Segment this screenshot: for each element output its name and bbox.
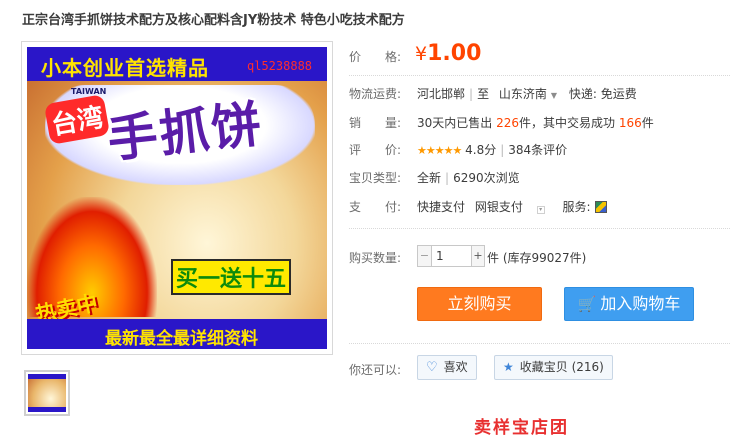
partial-footer-text: 卖样宝店团	[474, 418, 569, 438]
price-amount: 1.00	[427, 41, 482, 66]
product-image: 小本创业首选精品 ql5238888 台湾 TAIWAN 手抓饼 买一送十五 热…	[27, 47, 327, 349]
shipping-to-dropdown[interactable]: 山东济南 ▼	[499, 87, 557, 101]
shipping-to-prefix: 至	[477, 87, 490, 101]
service-label: 服务:	[562, 200, 591, 214]
divider	[349, 228, 730, 229]
image-bottom-text: 最新最全最详细资料	[105, 329, 258, 349]
image-qq-number: ql5238888	[247, 59, 313, 73]
cart-icon: 🛒	[577, 295, 597, 313]
stock-info: 件 (库存99027件)	[487, 251, 587, 265]
rating-info: ★★★★★ 4.8分 | 384条评价	[417, 143, 568, 157]
product-image-frame[interactable]: 小本创业首选精品 ql5238888 台湾 TAIWAN 手抓饼 买一送十五 热…	[21, 41, 333, 355]
payment-info: 快捷支付 网银支付 ▾ 服务:	[417, 198, 607, 215]
currency-symbol: ¥	[415, 43, 428, 65]
view-count: 6290次浏览	[453, 171, 520, 185]
sales-info: 30天内已售出 226件，其中交易成功 166件	[417, 114, 654, 131]
condition-value: 全新	[417, 171, 442, 185]
sales-suffix: 件	[641, 116, 654, 130]
quantity-stepper: − +	[417, 245, 485, 267]
rating-label: 评 价:	[349, 143, 402, 157]
add-to-cart-label: 加入购物车	[600, 294, 681, 313]
sales-count: 226	[496, 116, 520, 130]
payment-method-quick: 快捷支付	[417, 200, 466, 214]
like-button[interactable]: ♡ 喜欢	[417, 355, 477, 380]
image-slogan: 小本创业首选精品	[41, 56, 209, 80]
favorite-label: 收藏宝贝 (216)	[519, 360, 604, 374]
quantity-decrease-button[interactable]: −	[418, 246, 432, 266]
image-promo-text: 买一送十五	[171, 259, 292, 295]
buy-now-button[interactable]: 立刻购买	[417, 287, 542, 321]
sales-label: 销 量:	[349, 116, 402, 130]
quantity-increase-button[interactable]: +	[471, 246, 484, 266]
favorite-button[interactable]: ★ 收藏宝贝 (216)	[494, 355, 613, 380]
rating-score: 4.8分	[465, 143, 497, 157]
star-icon: ★	[503, 360, 514, 374]
divider	[349, 75, 730, 76]
more-actions-label: 你还可以:	[349, 363, 402, 377]
chevron-down-icon: ▼	[550, 91, 558, 100]
sales-middle: 件，其中交易成功	[519, 116, 616, 130]
like-label: 喜欢	[443, 360, 468, 374]
rating-reviews-link[interactable]: 384条评价	[508, 143, 567, 157]
sales-prefix: 30天内已售出	[417, 116, 493, 130]
shipping-destination: 山东济南	[498, 87, 547, 101]
heart-icon: ♡	[426, 360, 438, 375]
add-to-cart-button[interactable]: 🛒 加入购物车	[564, 287, 694, 321]
price-value: ¥1.00	[415, 41, 481, 66]
service-guarantee-icon[interactable]	[594, 201, 607, 213]
shipping-from: 河北邯郸	[417, 87, 466, 101]
product-title: 正宗台湾手抓饼技术配方及核心配料含JY粉技术 特色小吃技术配方	[22, 13, 405, 28]
sales-success-count: 166	[618, 116, 642, 130]
condition-info: 全新 | 6290次浏览	[417, 171, 520, 185]
quantity-input[interactable]	[432, 246, 472, 266]
buy-now-label: 立刻购买	[447, 294, 512, 313]
divider	[349, 343, 730, 344]
condition-label: 宝贝类型:	[349, 171, 402, 185]
quantity-label: 购买数量:	[349, 251, 402, 265]
image-taiwan-en: TAIWAN	[71, 87, 107, 96]
payment-label: 支 付:	[349, 200, 402, 214]
payment-method-bank: 网银支付	[474, 200, 523, 214]
shipping-label: 物流运费:	[349, 87, 402, 101]
thumbnail-image	[28, 374, 66, 412]
thumbnail-1[interactable]	[24, 370, 70, 416]
payment-dropdown-icon[interactable]: ▾	[536, 206, 545, 214]
rating-stars: ★★★★★	[417, 144, 462, 157]
shipping-express: 快递: 免运费	[568, 87, 637, 101]
price-label: 价 格:	[349, 50, 402, 64]
shipping-info: 河北邯郸 | 至 山东济南 ▼ 快递: 免运费	[417, 87, 637, 101]
